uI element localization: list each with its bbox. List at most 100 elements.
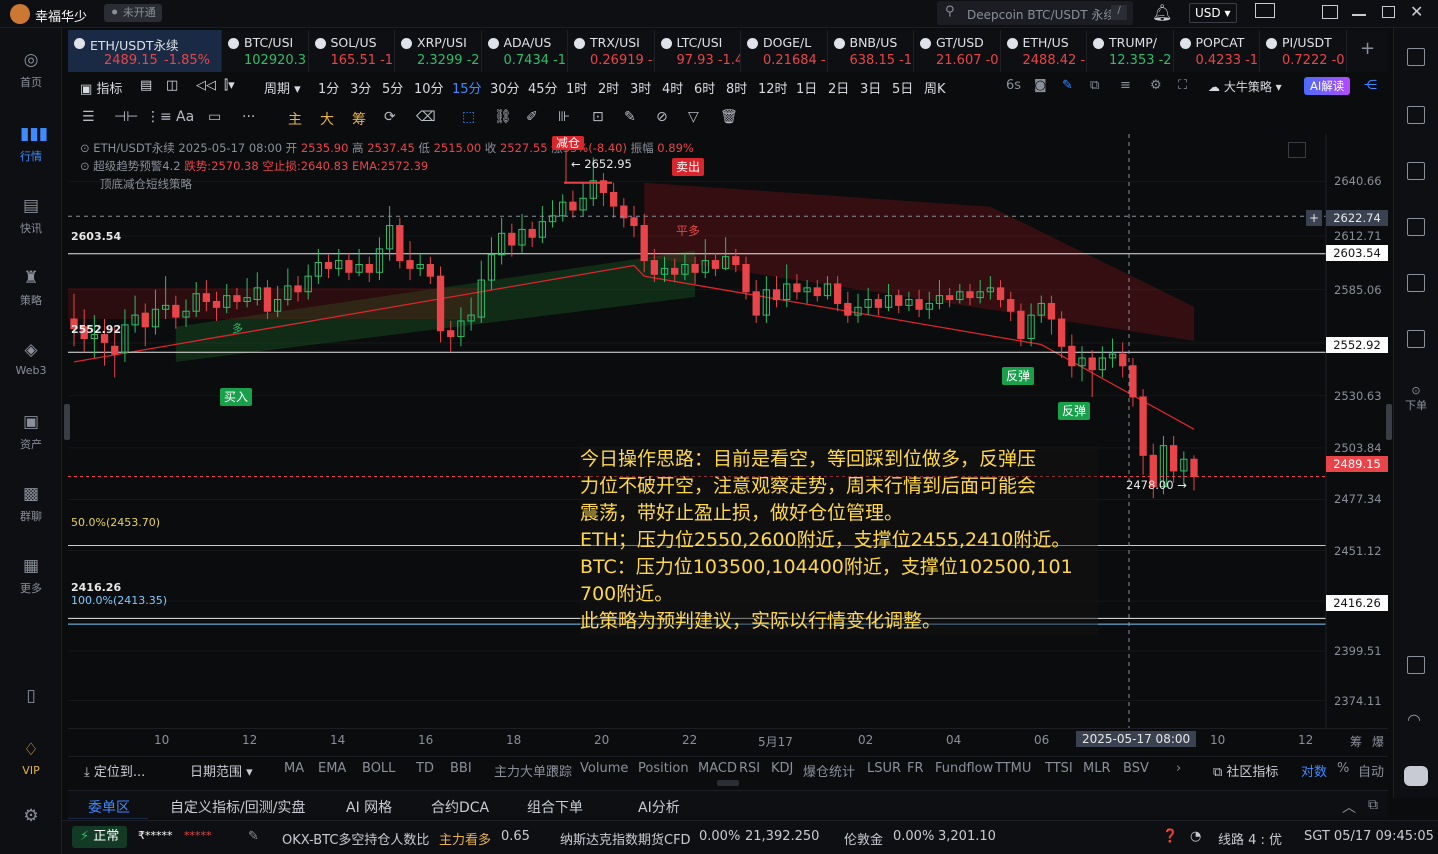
connection-status[interactable]: ⚡ 正常 bbox=[72, 826, 128, 848]
timeframe-4[interactable]: 15分 bbox=[452, 78, 482, 97]
panel-collapse-handle[interactable] bbox=[717, 780, 739, 786]
chevron-right-icon[interactable]: › bbox=[1176, 761, 1181, 776]
ticker-tab[interactable]: TRUMP/12.353 -2.: bbox=[1087, 30, 1174, 72]
trash-icon[interactable]: 🗑︎ bbox=[720, 109, 738, 125]
list-icon[interactable] bbox=[1407, 48, 1425, 66]
chips-toggle[interactable]: 筹 bbox=[352, 109, 366, 129]
ticker-tab[interactable]: GT/USD 21.607 -0.: bbox=[914, 30, 1001, 72]
indicator-button[interactable]: ▣ 指标 bbox=[80, 78, 122, 97]
timeframe-14[interactable]: 1日 bbox=[796, 78, 817, 97]
ruler-icon[interactable]: ▭ bbox=[208, 109, 221, 125]
sidebar-item-settings[interactable]: ⚙ bbox=[0, 806, 62, 830]
period-select[interactable]: 周期 ▾ bbox=[264, 78, 301, 97]
fib-tool-icon[interactable]: ⋮≡ bbox=[146, 109, 172, 125]
signal-icon[interactable] bbox=[1407, 218, 1425, 236]
server-line[interactable]: 线路 4 : 优 bbox=[1218, 829, 1282, 848]
link-icon[interactable]: ⛓ bbox=[494, 109, 512, 125]
collapse-panel-icon[interactable]: ︿ bbox=[1342, 797, 1356, 817]
sidebar-item-more[interactable]: ▦ 更多 bbox=[0, 556, 62, 596]
indicator2-4[interactable]: KDJ bbox=[771, 761, 793, 776]
ticker-tab[interactable]: BTC/USI 102920.3 · bbox=[222, 30, 309, 72]
indicator2-12[interactable]: BSV bbox=[1123, 761, 1149, 776]
chart-canvas[interactable] bbox=[68, 134, 1388, 728]
add-alert-icon[interactable]: + bbox=[1306, 210, 1322, 226]
timeframe-17[interactable]: 5日 bbox=[892, 78, 913, 97]
document-icon[interactable] bbox=[1407, 106, 1425, 124]
ticker-tab[interactable]: BNB/US 638.15 -1.: bbox=[828, 30, 914, 72]
fullscreen-icon[interactable]: ⛶ bbox=[1178, 78, 1187, 93]
rewind-icon[interactable]: ◁◁ bbox=[196, 78, 216, 93]
order-button[interactable]: ⊙ 下单 bbox=[1398, 384, 1434, 413]
vip-status-badge[interactable]: ⚫ 未开通 bbox=[104, 4, 162, 22]
big-order-toggle[interactable]: 大 bbox=[320, 109, 334, 129]
mail-icon[interactable] bbox=[1255, 3, 1275, 18]
replay-icon[interactable]: ⟳ bbox=[384, 109, 396, 125]
indicator2-3[interactable]: RSI bbox=[739, 761, 760, 776]
select-icon[interactable]: ⬚ bbox=[462, 109, 475, 125]
sidebar-item-strategy[interactable]: ♜ 策略 bbox=[0, 268, 62, 308]
liquidation-icon[interactable]: 爆 bbox=[1372, 733, 1384, 750]
timeframe-3[interactable]: 10分 bbox=[414, 78, 444, 97]
ai-interpret-button[interactable]: AI解读 bbox=[1304, 77, 1351, 95]
chart-settings-icon[interactable] bbox=[1288, 142, 1306, 158]
timeframe-10[interactable]: 4时 bbox=[662, 78, 683, 97]
settings-icon[interactable]: ⚙ bbox=[1150, 78, 1162, 93]
chevron-right-icon[interactable]: › bbox=[552, 761, 557, 776]
sidebar-item-web3[interactable]: ◈ Web3 bbox=[0, 340, 62, 377]
help-icon[interactable]: ❓ bbox=[1162, 829, 1178, 844]
indicator-1[interactable]: EMA bbox=[318, 761, 346, 776]
pen-icon[interactable]: ✎ bbox=[1062, 78, 1073, 93]
camera-icon[interactable]: ◙ bbox=[1034, 78, 1047, 93]
tab-0[interactable]: 委单区 bbox=[88, 797, 130, 817]
ticker-tab[interactable]: ADA/US 0.7434 -1. bbox=[482, 30, 568, 72]
sidebar-item-chat[interactable]: ▩ 群聊 bbox=[0, 484, 62, 524]
more-icon[interactable]: ··· bbox=[242, 109, 255, 125]
indicator-3[interactable]: TD bbox=[416, 761, 434, 776]
close-icon[interactable]: ✕ bbox=[1410, 2, 1423, 21]
indicator2-1[interactable]: Position bbox=[638, 761, 689, 776]
indicator2-2[interactable]: MACD bbox=[698, 761, 737, 776]
refresh-interval[interactable]: 6s bbox=[1006, 78, 1021, 93]
sidebar-item-home[interactable]: ◎ 首页 bbox=[0, 50, 62, 90]
main-chart-toggle[interactable]: 主 bbox=[288, 109, 302, 129]
timeframe-9[interactable]: 3时 bbox=[630, 78, 651, 97]
tab-5[interactable]: AI分析 bbox=[638, 797, 680, 817]
user-name[interactable]: 幸福华少 bbox=[35, 6, 87, 25]
timeframe-7[interactable]: 1时 bbox=[566, 78, 587, 97]
timeframe-0[interactable]: 1分 bbox=[318, 78, 339, 97]
community-indicator-button[interactable]: ⧉ 社区指标 bbox=[1213, 761, 1278, 780]
indicator2-6[interactable]: LSUR bbox=[867, 761, 901, 776]
add-tab-icon[interactable]: + bbox=[1360, 38, 1375, 59]
candlestick-chart[interactable]: ⊙ ETH/USDT永续 2025-05-17 08:00 开 2535.90 … bbox=[68, 134, 1388, 728]
time-axis[interactable]: 101214161820225月17020406081012 2025-05-1… bbox=[68, 728, 1388, 752]
indicator-2[interactable]: BOLL bbox=[362, 761, 395, 776]
copy-icon[interactable]: ⧉ bbox=[1090, 78, 1099, 93]
magnet-icon[interactable]: ⊘ bbox=[656, 109, 668, 125]
window-pin-icon[interactable] bbox=[1322, 5, 1338, 19]
text-tool-icon[interactable]: Aa bbox=[176, 109, 194, 125]
tab-2[interactable]: AI 网格 bbox=[346, 797, 392, 817]
timeframe-12[interactable]: 8时 bbox=[726, 78, 747, 97]
lock-icon[interactable]: ⊡ bbox=[592, 109, 604, 125]
timeframe-11[interactable]: 6时 bbox=[694, 78, 715, 97]
indicator2-5[interactable]: 爆仓统计 bbox=[803, 761, 855, 780]
menu-icon[interactable]: ☰ bbox=[82, 109, 95, 125]
dollar-icon[interactable] bbox=[1407, 162, 1425, 180]
popout-icon[interactable]: ⧉ bbox=[1368, 797, 1378, 813]
timeframe-16[interactable]: 3日 bbox=[860, 78, 881, 97]
percent-scale-toggle[interactable]: % bbox=[1337, 761, 1349, 776]
chips-icon[interactable]: 筹 bbox=[1350, 733, 1362, 750]
eraser-icon[interactable]: ⌫ bbox=[416, 109, 436, 125]
locate-button[interactable]: ⤓ 定位到... bbox=[84, 761, 145, 780]
list-lines-icon[interactable]: ≡ bbox=[1120, 78, 1131, 93]
sidebar-item-news[interactable]: ▤ 快讯 bbox=[0, 196, 62, 236]
brush-icon[interactable]: ✐ bbox=[526, 109, 538, 125]
layout-icon[interactable] bbox=[1407, 656, 1425, 674]
bell-icon[interactable]: 🔔︎ bbox=[1152, 3, 1172, 22]
compare-icon[interactable]: ◫ bbox=[166, 78, 178, 93]
calendar-icon[interactable]: ▤ bbox=[140, 78, 152, 93]
currency-select[interactable]: USD ▾ bbox=[1189, 3, 1237, 23]
left-scroll-handle[interactable] bbox=[64, 404, 70, 440]
indicator2-11[interactable]: MLR bbox=[1083, 761, 1111, 776]
timeframe-6[interactable]: 45分 bbox=[528, 78, 558, 97]
